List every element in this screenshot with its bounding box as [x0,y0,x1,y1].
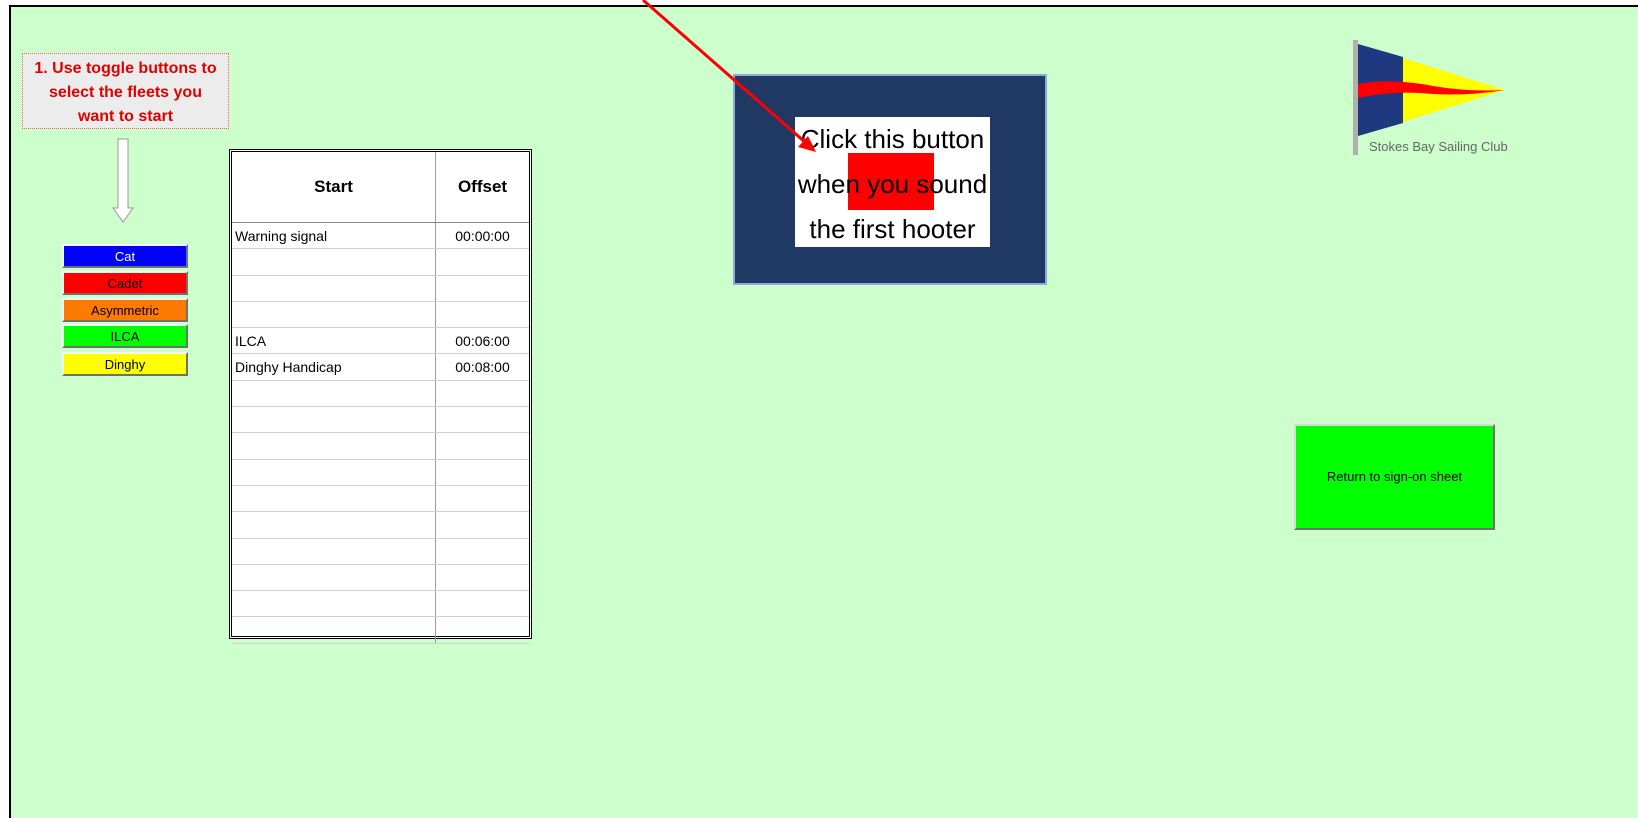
start-cell[interactable] [232,275,436,302]
start-cell[interactable] [232,538,436,565]
offset-cell[interactable] [435,538,529,565]
offset-cell[interactable]: 00:06:00 [435,327,529,355]
start-cell[interactable] [232,459,436,486]
table-row [232,590,529,618]
start-cell[interactable] [232,406,436,434]
fleet-toggle-ilca[interactable]: ILCA [62,324,188,348]
table-row [232,538,529,565]
table-row: ILCA 00:06:00 [232,327,529,355]
table-row [232,432,529,460]
hooter-button-label: Click this button when you sound the fir… [795,117,990,247]
offset-cell[interactable] [435,248,529,276]
table-row [232,380,529,408]
offset-cell[interactable] [435,406,529,434]
start-cell[interactable] [232,380,436,408]
offset-cell[interactable] [435,275,529,302]
table-row: Warning signal 00:00:00 [232,222,529,250]
table-row: Dinghy Handicap 00:08:00 [232,353,529,381]
instruction-box: 1. Use toggle buttons to select the flee… [22,53,229,129]
start-cell[interactable] [232,590,436,618]
offset-cell[interactable] [435,485,529,513]
table-row [232,564,529,592]
fleet-toggle-cadet[interactable]: Cadet [62,271,188,295]
table-row [232,301,529,329]
column-header-start: Start [232,152,436,223]
table-header-row: Start Offset [232,152,529,223]
hooter-line-3: the first hooter [809,214,976,244]
fleet-toggle-cat[interactable]: Cat [62,244,188,268]
table-row [232,248,529,276]
start-cell[interactable] [232,616,436,644]
return-to-sign-on-button[interactable]: Return to sign-on sheet [1294,424,1495,530]
instruction-line-1: 1. Use toggle buttons to [34,60,217,77]
start-cell[interactable]: Warning signal [232,222,436,250]
start-cell[interactable]: Dinghy Handicap [232,353,436,381]
offset-cell[interactable]: 00:08:00 [435,353,529,381]
table-row [232,406,529,434]
down-arrow-icon [112,138,134,223]
start-cell[interactable]: ILCA [232,327,436,355]
instruction-line-3: want to start [77,108,174,125]
offset-cell[interactable] [435,301,529,329]
start-cell[interactable] [232,248,436,276]
column-header-offset: Offset [435,152,529,223]
club-name-text: Stokes Bay Sailing Club [1369,139,1508,154]
start-cell[interactable] [232,432,436,460]
start-cell[interactable] [232,564,436,592]
start-cell[interactable] [232,485,436,513]
first-hooter-button[interactable]: Click this button when you sound the fir… [733,74,1047,285]
table-row [232,616,529,644]
start-cell[interactable] [232,511,436,539]
table-row [232,485,529,513]
offset-cell[interactable] [435,511,529,539]
fleet-toggle-asymmetric[interactable]: Asymmetric [62,298,188,322]
offset-cell[interactable] [435,380,529,408]
offset-cell[interactable] [435,616,529,644]
offset-cell[interactable] [435,459,529,486]
offset-cell[interactable]: 00:00:00 [435,222,529,250]
offset-cell[interactable] [435,564,529,592]
start-cell[interactable] [232,301,436,329]
instruction-line-2: select the fleets you [49,84,202,101]
table-row [232,275,529,302]
hooter-line-1: Click this button [800,124,985,154]
offset-cell[interactable] [435,432,529,460]
offset-cell[interactable] [435,590,529,618]
hooter-line-2: when you sound [797,169,988,199]
fleet-toggle-dinghy[interactable]: Dinghy [62,352,188,376]
table-row [232,511,529,539]
table-row [232,459,529,486]
start-schedule-table: Start Offset Warning signal 00:00:00 ILCA 0… [229,149,532,644]
